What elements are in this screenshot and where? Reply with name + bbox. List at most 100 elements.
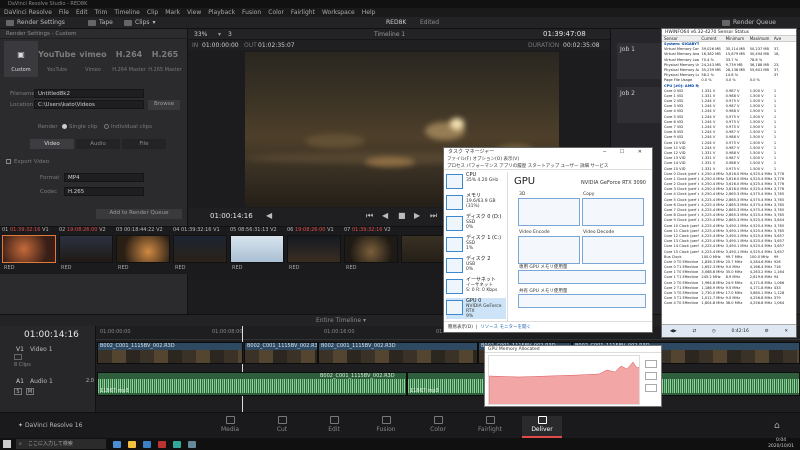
task-manager-titlebar[interactable]: タスク マネージャー ─ ☐ ✕ bbox=[444, 148, 652, 156]
taskmanager-taskbar-icon[interactable] bbox=[173, 440, 181, 448]
home-icon[interactable]: ⌂ bbox=[774, 421, 780, 431]
fewer-details-link[interactable]: 簡易表示(D) bbox=[448, 325, 473, 330]
play-reverse-icon[interactable]: ◀ bbox=[382, 211, 388, 220]
page-deliver[interactable]: Deliver bbox=[522, 416, 562, 438]
clip-thumbnail[interactable] bbox=[287, 235, 341, 263]
video-clip[interactable]: B002_C001_1115BV_002.R3D bbox=[244, 342, 318, 364]
preset-0[interactable]: ▣ Custom bbox=[4, 41, 38, 77]
edge-icon[interactable] bbox=[143, 440, 151, 448]
preset-1[interactable]: YouTube YouTube bbox=[38, 41, 76, 77]
play-icon[interactable]: ▶ bbox=[414, 211, 420, 220]
clip-thumbnail[interactable] bbox=[116, 235, 170, 263]
zoom-level[interactable]: 33% bbox=[194, 31, 207, 38]
task-view-icon[interactable] bbox=[113, 440, 121, 448]
individual-clips-radio[interactable]: Individual clips bbox=[104, 124, 152, 130]
preset-3[interactable]: H.264 H.264 Master bbox=[112, 41, 146, 77]
clips-toggle[interactable]: Clips ▾ bbox=[124, 19, 155, 26]
perf-item[interactable]: イーサネット イーサネット S: 0 R: 0 Kbps bbox=[446, 277, 506, 298]
render-job-1[interactable]: Job 1 bbox=[617, 43, 667, 79]
close-icon[interactable]: ✕ bbox=[784, 329, 788, 334]
page-cut[interactable]: Cut bbox=[262, 416, 302, 433]
export-video-checkbox[interactable]: Export Video bbox=[6, 159, 49, 165]
graph-button[interactable] bbox=[645, 384, 657, 392]
page-edit[interactable]: Edit bbox=[314, 416, 354, 433]
graph-button[interactable] bbox=[645, 372, 657, 380]
graph-button[interactable] bbox=[645, 360, 657, 368]
perf-item[interactable]: メモリ 19.6/63.9 GB (31%) bbox=[446, 193, 506, 214]
windows-start-icon[interactable] bbox=[3, 440, 11, 448]
page-media[interactable]: Media bbox=[210, 416, 250, 433]
hwinfo-column-header[interactable]: Current bbox=[699, 36, 723, 41]
menu-item[interactable]: Workspace bbox=[322, 9, 355, 16]
tab-video[interactable]: Video bbox=[30, 139, 74, 149]
out-timecode[interactable]: 01:02:35:07 bbox=[258, 42, 295, 49]
menu-item[interactable]: Help bbox=[362, 9, 376, 16]
menu-item[interactable]: File bbox=[59, 9, 69, 16]
davinci-taskbar-icon[interactable] bbox=[158, 440, 166, 448]
tab-audio[interactable]: Audio bbox=[76, 139, 120, 149]
clock[interactable]: 0:04 2020/10/01 bbox=[768, 438, 794, 449]
menu-item[interactable]: Fusion bbox=[242, 9, 261, 16]
task-manager-menu[interactable]: ファイル(F) オプション(O) 表示(V) bbox=[444, 156, 652, 163]
menu-item[interactable]: View bbox=[187, 9, 201, 16]
page-color[interactable]: Color bbox=[418, 416, 458, 433]
page-fairlight[interactable]: Fairlight bbox=[470, 416, 510, 433]
tape-toggle[interactable]: Tape bbox=[88, 19, 113, 26]
playhead[interactable] bbox=[242, 326, 243, 412]
tab-file[interactable]: File bbox=[122, 139, 166, 149]
hwinfo-column-header[interactable]: Minimum bbox=[724, 36, 748, 41]
task-manager-window[interactable]: タスク マネージャー ─ ☐ ✕ ファイル(F) オプション(O) 表示(V) プ… bbox=[443, 147, 653, 333]
menu-item[interactable]: Timeline bbox=[114, 9, 140, 16]
arrows-icon[interactable]: ◀▶ bbox=[670, 329, 677, 334]
explorer-icon[interactable] bbox=[128, 440, 136, 448]
menu-item[interactable]: Trim bbox=[95, 9, 108, 16]
menu-item[interactable]: Mark bbox=[165, 9, 180, 16]
preset-4[interactable]: H.265 H.265 Master bbox=[148, 41, 182, 77]
location-input[interactable]: C:\Users\kato\Videos bbox=[34, 100, 144, 109]
menu-item[interactable]: Edit bbox=[76, 9, 88, 16]
perf-item[interactable]: ディスク 2 USB 0% bbox=[446, 256, 506, 277]
hwinfo-row[interactable]: Core 4 T0 Effective ... 1,804.8 MHz 36.0 M… bbox=[662, 301, 796, 306]
skip-start-icon[interactable]: ⏮ bbox=[366, 211, 373, 221]
stop-icon[interactable]: ■ bbox=[398, 211, 406, 220]
render-job-2[interactable]: Job 2 bbox=[617, 87, 667, 123]
clip-thumbnail[interactable] bbox=[2, 235, 56, 263]
page-fusion[interactable]: Fusion bbox=[366, 416, 406, 433]
hwinfo-graph-window[interactable]: GPU Memory Allocated bbox=[484, 345, 662, 407]
render-settings-toggle[interactable]: Render Settings bbox=[6, 19, 65, 26]
hwinfo-sensor-window[interactable]: HWiNFO64 v6.32-4270 Sensor Status Sensor… bbox=[661, 28, 797, 338]
resource-monitor-link[interactable]: リソース モニターを開く bbox=[480, 325, 531, 330]
hwinfo-column-header[interactable]: Maximum bbox=[748, 36, 772, 41]
video-clip[interactable]: B002_C001_1115BV_002.R3D bbox=[97, 342, 243, 364]
in-timecode[interactable]: 01:00:00:00 bbox=[202, 42, 239, 49]
codec-select[interactable]: H.265 bbox=[64, 187, 144, 196]
solo-button[interactable]: S bbox=[14, 388, 22, 395]
clip-thumbnail[interactable] bbox=[230, 235, 284, 263]
hwinfo-column-header[interactable]: Sensor bbox=[662, 36, 699, 41]
filename-input[interactable]: Untitled8k2 bbox=[34, 89, 144, 98]
skip-end-icon[interactable]: ⏭ bbox=[430, 211, 437, 221]
menu-item[interactable]: Fairlight bbox=[291, 9, 315, 16]
timeline-range-label[interactable]: Entire Timeline ▾ bbox=[316, 317, 366, 324]
hwinfo-column-header[interactable]: Ave bbox=[772, 36, 796, 41]
format-select[interactable]: MP4 bbox=[64, 173, 144, 182]
network-icon[interactable]: ⇄ bbox=[692, 329, 696, 334]
task-manager-tabs[interactable]: プロセス パフォーマンス アプリの履歴 スタートアップ ユーザー 詳細 サービス bbox=[444, 163, 652, 170]
browse-button[interactable]: Browse bbox=[148, 100, 180, 110]
hwinfo-taskbar-icon[interactable] bbox=[188, 440, 196, 448]
settings-icon[interactable]: ⚙ bbox=[765, 329, 769, 334]
menu-item[interactable]: Playback bbox=[208, 9, 235, 16]
preset-2[interactable]: vimeo Vimeo bbox=[76, 41, 110, 77]
menu-item[interactable]: Color bbox=[268, 9, 284, 16]
perf-item[interactable]: ディスク 1 (C:) SSD 1% bbox=[446, 235, 506, 256]
perf-item[interactable]: ディスク 0 (D:) SSD 0% bbox=[446, 214, 506, 235]
track-lock-icon[interactable] bbox=[14, 354, 22, 360]
taskbar-search[interactable]: ⌕ ここに入力して検索 bbox=[16, 439, 106, 449]
clip-thumbnail[interactable] bbox=[173, 235, 227, 263]
video-clip[interactable]: B002_C001_1115BV_002.R3D bbox=[318, 342, 478, 364]
perf-item[interactable]: CPU 35% 4.20 GHz bbox=[446, 172, 506, 193]
clip-thumbnail[interactable] bbox=[59, 235, 113, 263]
clip-thumbnail[interactable] bbox=[344, 235, 398, 263]
speaker-icon[interactable]: ◀ bbox=[266, 211, 272, 220]
mute-button[interactable]: M bbox=[26, 388, 34, 395]
